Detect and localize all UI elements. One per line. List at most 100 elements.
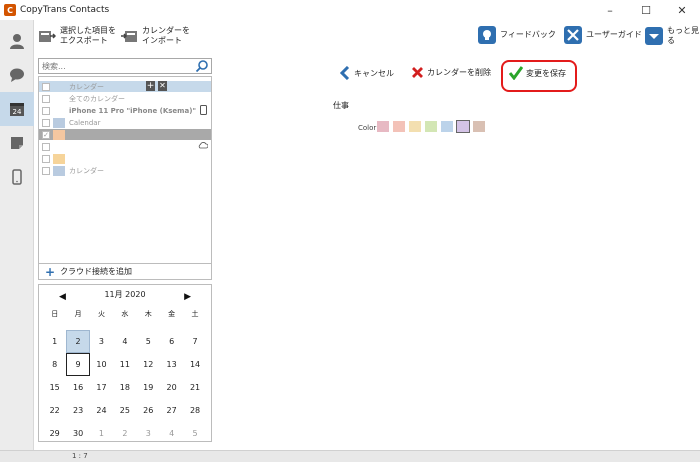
delete-label: カレンダーを削除 [427,68,491,77]
list-item[interactable] [39,153,211,164]
calendar-day[interactable]: 6 [160,330,183,353]
calendar-day[interactable]: 14 [183,353,206,376]
user-guide-button[interactable]: ユーザーガイド [564,26,642,44]
weekday-header: 月 [74,310,82,318]
list-item[interactable]: Calendar [39,117,211,128]
nav-messages-button[interactable] [0,58,34,92]
import-calendar-button[interactable]: カレンダーを インポート [120,26,190,46]
calendar-day[interactable]: 4 [160,422,183,445]
calendar-day[interactable]: 26 [137,399,160,422]
prev-month-button[interactable]: ◀ [59,292,66,302]
list-item-color-swatch [53,94,65,104]
calendar-day[interactable]: 15 [43,376,66,399]
calendar-day[interactable]: 2 [113,422,136,445]
calendar-day[interactable]: 20 [160,376,183,399]
color-swatch[interactable] [473,121,485,132]
list-item[interactable]: カレンダー [39,165,211,176]
calendar-day[interactable]: 25 [113,399,136,422]
calendar-day[interactable]: 4 [113,330,136,353]
nav-device-button[interactable] [0,160,34,194]
export-selected-button[interactable]: 選択した項目を エクスポート [38,26,116,46]
list-item[interactable]: 全てのカレンダー [39,93,211,104]
color-swatch[interactable] [456,120,470,133]
calendar-day[interactable]: 19 [137,376,160,399]
color-swatch[interactable] [393,121,405,132]
calendar-day[interactable]: 11 [113,353,136,376]
calendar-day[interactable]: 12 [137,353,160,376]
more-button[interactable]: もっと見る [645,26,700,46]
search-input[interactable] [39,59,189,73]
list-item-checkbox[interactable] [42,106,50,115]
chevron-down-icon [645,27,663,45]
list-item[interactable] [39,141,211,152]
nav-contacts-button[interactable] [0,24,34,58]
list-item-label: Calendar [69,118,101,127]
save-changes-button[interactable]: 変更を保存 [509,66,566,80]
month-label: 11月 2020 [104,290,146,299]
list-item-checkbox[interactable] [42,118,50,127]
calendar-day[interactable]: 10 [90,353,113,376]
color-swatch[interactable] [425,121,437,132]
list-item-color-swatch [53,129,65,140]
list-item-checkbox[interactable] [42,82,50,91]
weekday-header: 金 [168,310,176,318]
calendar-day[interactable]: 22 [43,399,66,422]
search-icon[interactable] [195,59,209,73]
weekday-header: 水 [121,310,129,318]
calendar-day[interactable]: 24 [90,399,113,422]
window-controls: – ☐ ✕ [592,0,700,20]
add-cloud-connection-button[interactable]: + クラウド接続を追加 [38,264,212,280]
nav-notes-button[interactable] [0,126,34,160]
color-swatch[interactable] [441,121,453,132]
calendar-day[interactable]: 5 [137,330,160,353]
cancel-button[interactable]: キャンセル [340,66,394,80]
delete-x-icon [412,67,423,78]
calendar-day[interactable]: 28 [183,399,206,422]
list-item-color-swatch [53,165,65,176]
color-label: Color [358,124,377,132]
maximize-button[interactable]: ☐ [628,0,664,20]
list-item[interactable]: カレンダー + ✕ [39,81,211,92]
feedback-button[interactable]: フィードバック [478,26,556,44]
calendar-day[interactable]: 21 [183,376,206,399]
list-item-checkbox[interactable]: ✓ [42,130,50,139]
calendar-day[interactable]: 27 [160,399,183,422]
calendar-day[interactable]: 7 [183,330,206,353]
calendar-day[interactable]: 1 [43,330,66,353]
delete-calendar-button[interactable]: カレンダーを削除 [411,66,491,79]
calendar-day[interactable]: 13 [160,353,183,376]
delete-calendar-icon[interactable]: ✕ [158,81,167,91]
list-item-checkbox[interactable] [42,154,50,163]
calendar-day[interactable]: 5 [183,422,206,445]
weekday-header: 火 [97,310,105,318]
next-month-button[interactable]: ▶ [184,292,191,302]
color-picker [377,120,489,133]
calendar-day[interactable]: 8 [43,353,66,376]
color-swatch[interactable] [377,121,389,132]
user-guide-label: ユーザーガイド [586,30,642,39]
list-item-checkbox[interactable] [42,166,50,175]
calendar-day[interactable]: 30 [66,422,89,445]
calendar-day[interactable]: 16 [66,376,89,399]
calendar-day[interactable]: 18 [113,376,136,399]
calendar-name-field[interactable]: 仕事 [333,100,349,111]
list-item[interactable]: iPhone 11 Pro "iPhone (Ksema)" [39,105,211,116]
minimize-button[interactable]: – [592,0,628,20]
calendar-day[interactable]: 1 [90,422,113,445]
calendar-day[interactable]: 17 [90,376,113,399]
calendar-day[interactable]: 23 [66,399,89,422]
nav-calendar-button[interactable]: 24 [0,92,34,126]
list-item-selected[interactable]: ✓ [39,129,211,140]
close-button[interactable]: ✕ [664,0,700,20]
save-label: 変更を保存 [526,68,566,78]
calendar-day[interactable]: 3 [137,422,160,445]
tools-icon [564,26,582,44]
color-swatch[interactable] [409,121,421,132]
calendar-day[interactable]: 2 [66,330,90,353]
calendar-day[interactable]: 29 [43,422,66,445]
calendar-day[interactable]: 9 [66,353,90,376]
calendar-day[interactable]: 3 [90,330,113,353]
list-item-checkbox[interactable] [42,142,50,151]
list-item-checkbox[interactable] [42,94,50,103]
add-calendar-icon[interactable]: + [146,81,155,91]
